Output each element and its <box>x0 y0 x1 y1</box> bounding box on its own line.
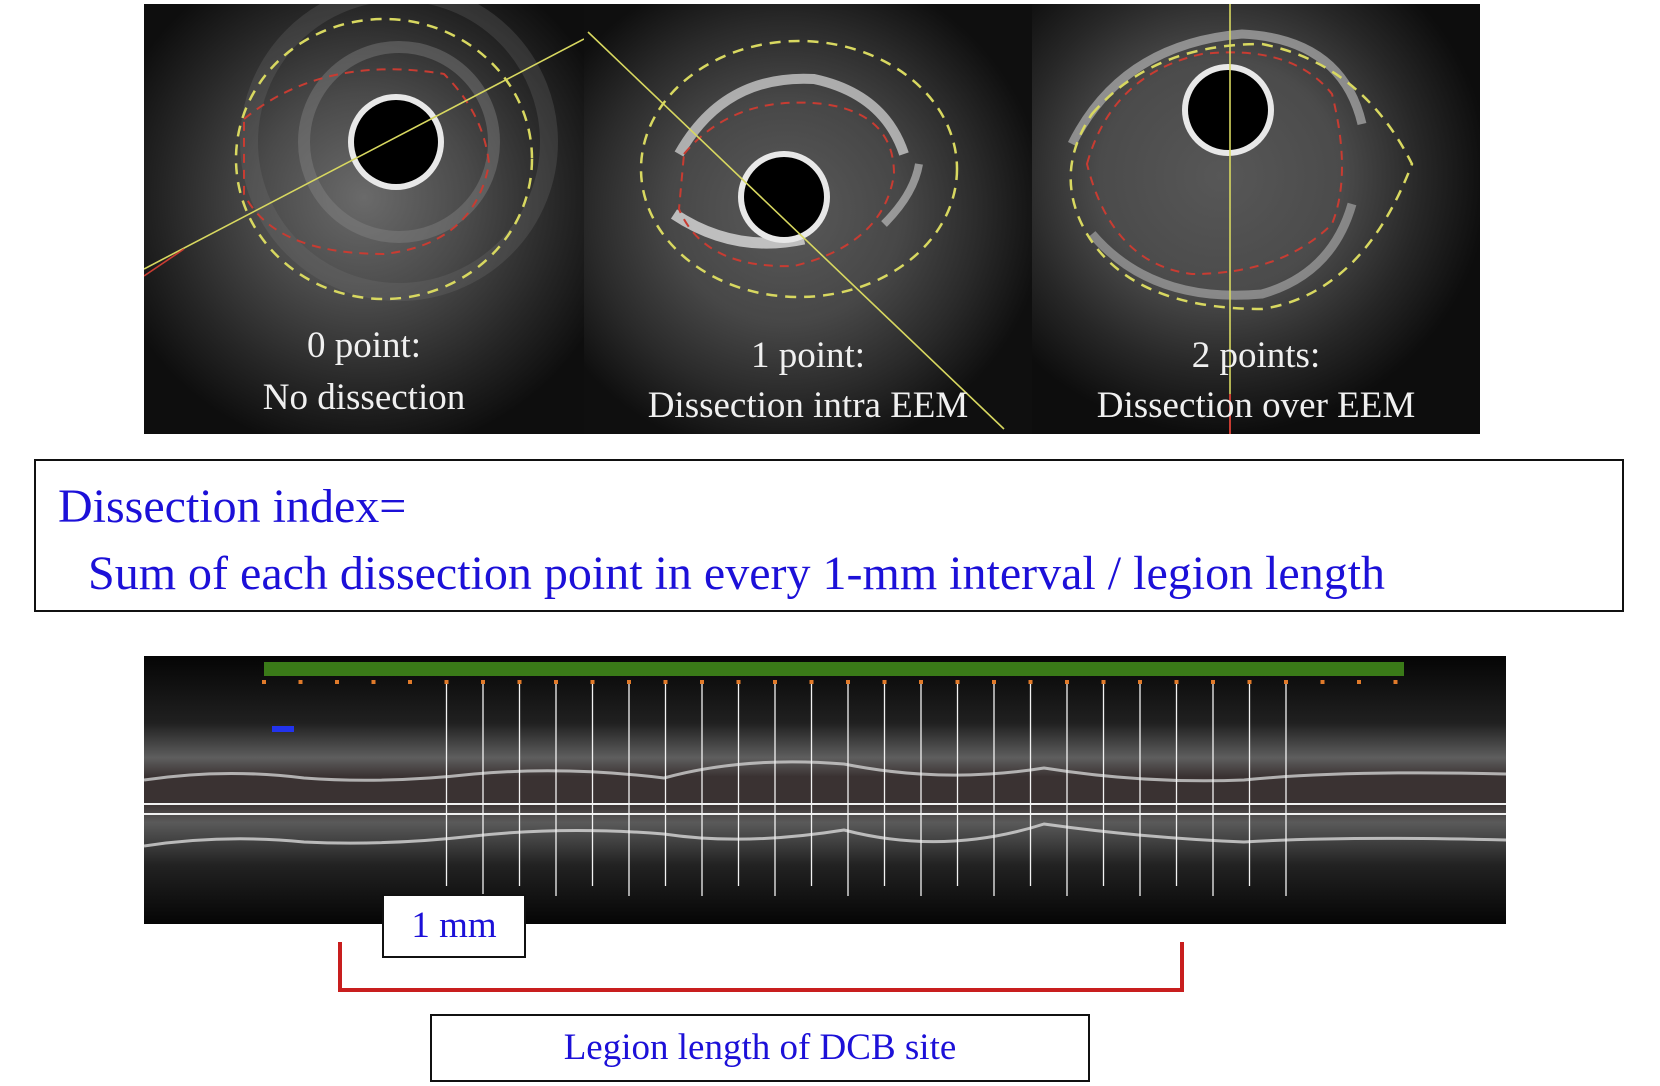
interval-tick-dot <box>919 680 923 684</box>
panel-caption-line1: 1 point: <box>750 335 866 376</box>
interval-tick-dot <box>444 680 449 684</box>
interval-tick-dot <box>1320 680 1325 684</box>
interval-tick-dot <box>992 680 996 684</box>
panel-caption-line2: Dissection over EEM <box>1096 385 1416 426</box>
panel-caption-line1: 2 points: <box>1191 335 1321 376</box>
longitudinal-ivus-view <box>144 656 1506 924</box>
interval-tick-dot <box>1211 680 1215 684</box>
interval-tick-dot <box>1028 680 1033 684</box>
lesion-length-label: Legion length of DCB site <box>430 1014 1090 1082</box>
interval-tick-dot <box>408 680 412 684</box>
longitudinal-ivus-image <box>144 656 1506 924</box>
interval-tick-dot <box>736 680 741 684</box>
interval-tick-dot <box>262 680 266 684</box>
interval-tick-dot <box>1247 680 1252 684</box>
interval-tick-dot <box>298 680 303 684</box>
interval-tick-dot <box>371 680 376 684</box>
interval-tick-dot <box>335 680 339 684</box>
interval-tick-dot <box>627 680 631 684</box>
interval-tick-dot <box>809 680 814 684</box>
interval-tick-dot <box>1174 680 1179 684</box>
catheter-lumen <box>354 100 438 184</box>
interval-tick-dot <box>1357 680 1361 684</box>
interval-tick-dot <box>1284 680 1288 684</box>
interval-tick-dot <box>663 680 668 684</box>
interval-tick-dot <box>1393 680 1398 684</box>
scale-label-1mm: 1 mm <box>382 894 526 958</box>
catheter-lumen <box>744 157 824 237</box>
ivus-panel-intra-eem: 1 point: Dissection intra EEM <box>584 4 1032 434</box>
ivus-panel-over-eem: 2 points: Dissection over EEM <box>1032 4 1480 434</box>
interval-tick-dot <box>481 680 485 684</box>
interval-tick-dot <box>590 680 595 684</box>
green-marker-bar <box>264 662 1404 676</box>
interval-tick-dot <box>773 680 777 684</box>
formula-title: Dissection index= <box>58 480 407 533</box>
interval-tick-dot <box>1138 680 1142 684</box>
interval-tick-dot <box>1065 680 1069 684</box>
interval-tick-dot <box>1101 680 1106 684</box>
interval-tick-dot <box>846 680 850 684</box>
interval-tick-dot <box>955 680 960 684</box>
formula-definition: Sum of each dissection point in every 1-… <box>88 547 1386 600</box>
blue-marker <box>272 726 294 732</box>
panel-caption-line2: No dissection <box>262 377 466 418</box>
panel-caption-line2: Dissection intra EEM <box>647 385 969 426</box>
interval-tick-dot <box>882 680 887 684</box>
interval-tick-dot <box>554 680 558 684</box>
interval-tick-dot <box>700 680 704 684</box>
ivus-panel-no-dissection: 0 point: No dissection <box>144 4 584 434</box>
catheter-lumen <box>1188 70 1268 150</box>
panel-caption-line1: 0 point: <box>306 325 422 366</box>
dissection-index-formula-box: Dissection index= Sum of each dissection… <box>34 459 1624 612</box>
interval-tick-dot <box>517 680 522 684</box>
